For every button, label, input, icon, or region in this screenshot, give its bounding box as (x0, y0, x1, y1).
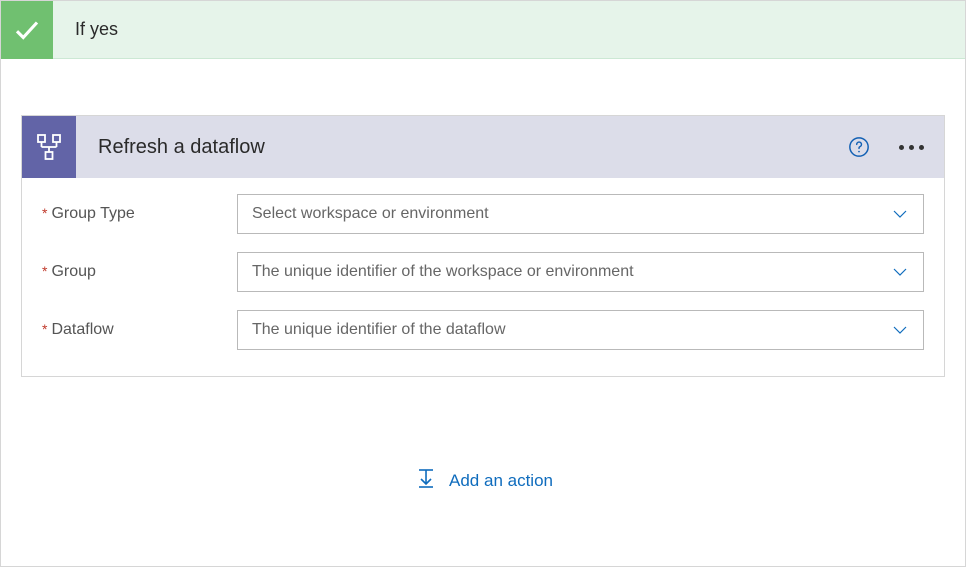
action-header[interactable]: Refresh a dataflow (22, 116, 944, 178)
condition-branch-container: If yes Refresh a dataflow (0, 0, 966, 567)
dropdown-placeholder: The unique identifier of the dataflow (252, 321, 891, 339)
field-row-group-type: * Group Type Select workspace or environ… (42, 194, 924, 234)
field-label-text: Dataflow (51, 321, 113, 339)
required-asterisk: * (42, 263, 47, 279)
dataflow-dropdown[interactable]: The unique identifier of the dataflow (237, 310, 924, 350)
action-card: Refresh a dataflow * Group Type Sele (21, 115, 945, 377)
field-label-text: Group (51, 263, 95, 281)
field-label: * Group (42, 263, 237, 281)
action-title: Refresh a dataflow (98, 136, 847, 159)
required-asterisk: * (42, 205, 47, 221)
field-row-dataflow: * Dataflow The unique identifier of the … (42, 310, 924, 350)
dropdown-placeholder: The unique identifier of the workspace o… (252, 263, 891, 281)
chevron-down-icon (891, 205, 909, 223)
field-label-text: Group Type (51, 205, 134, 223)
dataflow-icon (22, 116, 76, 178)
help-icon[interactable] (847, 135, 871, 159)
group-type-dropdown[interactable]: Select workspace or environment (237, 194, 924, 234)
more-menu-icon[interactable] (899, 145, 924, 150)
condition-title: If yes (75, 19, 118, 40)
add-action-icon (413, 465, 439, 496)
field-label: * Dataflow (42, 321, 237, 339)
required-asterisk: * (42, 321, 47, 337)
action-form: * Group Type Select workspace or environ… (22, 178, 944, 376)
field-label: * Group Type (42, 205, 237, 223)
add-action-button[interactable]: Add an action (413, 465, 553, 496)
condition-header[interactable]: If yes (1, 1, 965, 59)
chevron-down-icon (891, 263, 909, 281)
checkmark-icon (1, 1, 53, 59)
chevron-down-icon (891, 321, 909, 339)
group-dropdown[interactable]: The unique identifier of the workspace o… (237, 252, 924, 292)
field-row-group: * Group The unique identifier of the wor… (42, 252, 924, 292)
add-action-label: Add an action (449, 471, 553, 491)
dropdown-placeholder: Select workspace or environment (252, 205, 891, 223)
